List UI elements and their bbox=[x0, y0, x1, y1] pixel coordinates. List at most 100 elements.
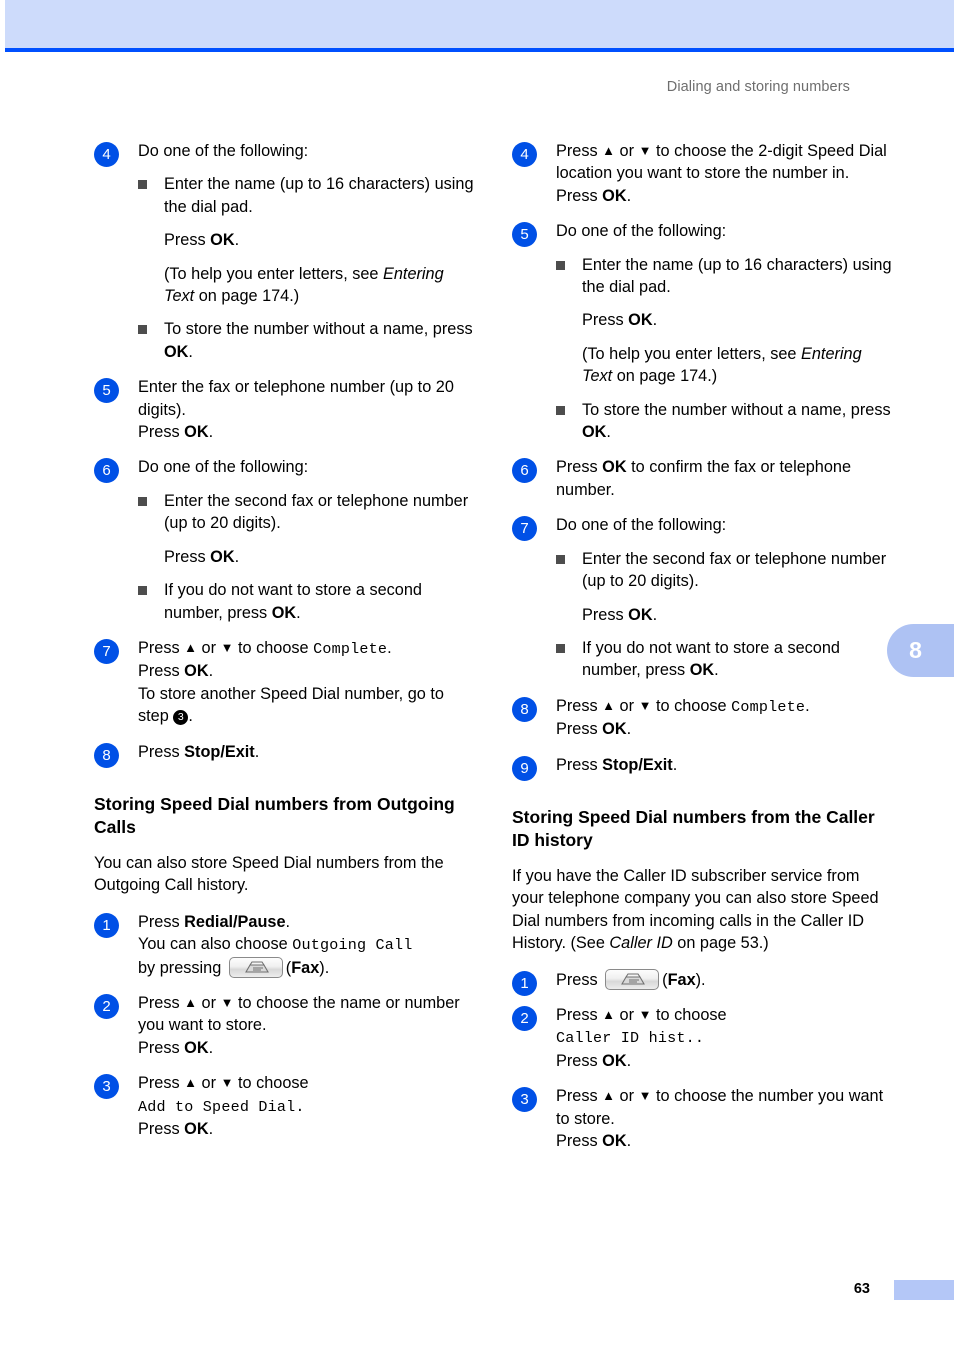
period: . bbox=[387, 638, 392, 657]
key-name: OK bbox=[602, 1132, 627, 1150]
left-column: 4 Do one of the following: Enter the nam… bbox=[94, 140, 476, 1153]
press-label: Press bbox=[556, 1005, 603, 1024]
step-body: Press Stop/Exit. bbox=[138, 741, 476, 763]
press-label: Press bbox=[556, 1051, 603, 1070]
period: . bbox=[254, 742, 260, 761]
step-badge: 2 bbox=[512, 1005, 537, 1031]
key-name: Fax bbox=[291, 958, 320, 977]
down-arrow-icon: ▼ bbox=[220, 994, 234, 1010]
conjunction: or bbox=[615, 696, 639, 715]
press-label: Press bbox=[164, 547, 211, 566]
step-badge: 7 bbox=[512, 516, 537, 542]
instruction-text: to choose bbox=[233, 1074, 309, 1093]
step-badge: 3 bbox=[94, 1074, 119, 1100]
bullet-list: Enter the second fax or telephone number… bbox=[138, 490, 476, 624]
press-label: Press bbox=[556, 755, 603, 774]
inline-step-ref-icon: 3 bbox=[173, 710, 189, 726]
step-item: 2 Press ▲ or ▼ to choose Caller ID hist.… bbox=[512, 1004, 894, 1072]
step-body: Press ▲ or ▼ to choose Complete. Press O… bbox=[556, 695, 894, 741]
step-item: 6 Do one of the following: Enter the sec… bbox=[94, 456, 476, 623]
fax-key-icon bbox=[228, 956, 283, 978]
square-bullet-icon bbox=[138, 586, 147, 596]
period: . bbox=[652, 311, 658, 330]
period: . bbox=[208, 1120, 214, 1138]
conjunction: or bbox=[615, 1005, 639, 1024]
press-label: Press bbox=[556, 1132, 603, 1150]
step-badge: 2 bbox=[94, 993, 119, 1019]
step-body: Do one of the following: Enter the name … bbox=[138, 140, 476, 363]
key-name: OK bbox=[689, 661, 715, 680]
step-text: Press OK. bbox=[138, 1037, 476, 1059]
up-arrow-icon: ▲ bbox=[184, 1075, 198, 1091]
step-text: Press OK. bbox=[138, 421, 476, 443]
chapter-tab: 8 bbox=[887, 624, 954, 677]
square-bullet-icon bbox=[138, 180, 147, 190]
key-name: OK bbox=[602, 458, 627, 477]
step-text: Press (Fax). bbox=[556, 968, 894, 991]
bullet-subline: Press OK. bbox=[164, 229, 476, 251]
section-intro: If you have the Caller ID subscriber ser… bbox=[512, 865, 894, 955]
period: . bbox=[208, 662, 214, 681]
square-bullet-icon bbox=[556, 260, 565, 270]
step-text: Press OK. bbox=[556, 1050, 894, 1072]
paren-close: ). bbox=[319, 958, 330, 977]
press-label: Press bbox=[138, 912, 185, 931]
square-bullet-icon bbox=[556, 643, 565, 653]
crossref-page: on page 53.) bbox=[672, 934, 769, 953]
press-label: Press bbox=[138, 1120, 185, 1138]
down-arrow-icon: ▼ bbox=[220, 639, 234, 655]
up-arrow-icon: ▲ bbox=[602, 1006, 616, 1022]
up-arrow-icon: ▲ bbox=[184, 639, 198, 655]
step-body: Press ▲ or ▼ to choose the name or numbe… bbox=[138, 992, 476, 1059]
bullet-text: To store the number without a name, pres… bbox=[164, 320, 473, 339]
key-name: OK bbox=[602, 186, 627, 205]
down-arrow-icon: ▼ bbox=[638, 1006, 652, 1022]
conjunction: or bbox=[615, 142, 639, 160]
step-item: 6 Press OK to confirm the fax or telepho… bbox=[512, 456, 894, 501]
conjunction: or bbox=[197, 1074, 221, 1093]
period: . bbox=[285, 912, 291, 931]
step-badge: 7 bbox=[94, 638, 119, 664]
bullet-text: Enter the second fax or telephone number… bbox=[164, 491, 469, 533]
period: . bbox=[714, 661, 719, 680]
step-text: Press ▲ or ▼ to choose bbox=[138, 1072, 476, 1094]
square-bullet-icon bbox=[138, 325, 147, 335]
key-name: OK bbox=[184, 1120, 209, 1138]
step-badge: 4 bbox=[512, 142, 537, 167]
list-item: If you do not want to store a second num… bbox=[556, 637, 894, 682]
section-intro: You can also store Speed Dial numbers fr… bbox=[94, 853, 444, 895]
key-name: OK bbox=[582, 423, 607, 442]
step-item: 3 Press ▲ or ▼ to choose Add to Speed Di… bbox=[94, 1072, 476, 1140]
crossref-page: on page 174.) bbox=[194, 287, 300, 306]
section-heading: Storing Speed Dial numbers from the Call… bbox=[512, 806, 875, 850]
key-name: Stop/Exit bbox=[184, 742, 255, 761]
period: . bbox=[188, 342, 193, 361]
list-item: Enter the name (up to 16 characters) usi… bbox=[556, 254, 894, 388]
lcd-text: Outgoing Call bbox=[292, 936, 413, 955]
press-label: Press bbox=[138, 742, 185, 761]
bullet-subline: Press OK. bbox=[582, 309, 894, 331]
down-arrow-icon: ▼ bbox=[638, 143, 652, 158]
key-name: OK bbox=[628, 605, 653, 624]
key-name: OK bbox=[210, 231, 235, 250]
step-badge: 8 bbox=[512, 696, 537, 722]
page-number: 63 bbox=[853, 1281, 870, 1297]
step-text: To store another Speed Dial number, go t… bbox=[138, 683, 476, 728]
bullet-text: Enter the name (up to 16 characters) usi… bbox=[164, 175, 474, 216]
key-name: Fax bbox=[667, 970, 696, 989]
press-label: Press bbox=[138, 993, 185, 1012]
step-item: 7 Do one of the following: Enter the sec… bbox=[512, 514, 894, 681]
step-badge: 6 bbox=[94, 458, 119, 484]
key-name: OK bbox=[628, 311, 653, 330]
step-text: Press OK. bbox=[138, 1118, 476, 1140]
bullet-subline: Press OK. bbox=[164, 546, 476, 568]
square-bullet-icon bbox=[138, 496, 147, 506]
crossref-title: Caller ID bbox=[609, 934, 673, 953]
step-item: 1 Press Redial/Pause. You can also choos… bbox=[94, 911, 476, 979]
instruction-text: to choose bbox=[651, 1005, 727, 1024]
step-text: Press ▲ or ▼ to choose Complete. bbox=[138, 637, 476, 660]
key-name: Stop/Exit bbox=[602, 755, 673, 774]
square-bullet-icon bbox=[556, 405, 565, 415]
key-name: OK bbox=[210, 547, 235, 566]
page-top-band bbox=[5, 0, 954, 48]
